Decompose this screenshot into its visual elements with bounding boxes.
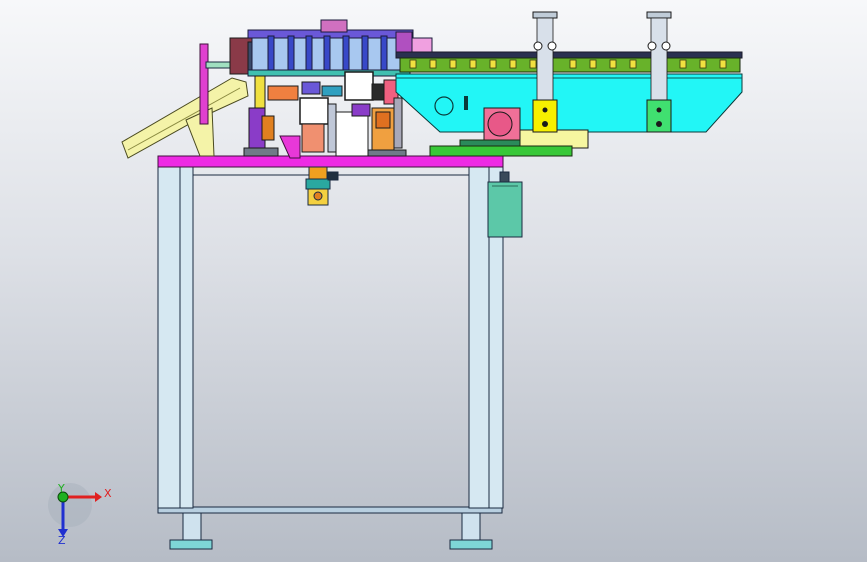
x-axis-label: X [104,487,112,500]
hopper-post [199,43,209,125]
conveyor-motor [483,107,521,143]
right-foot [449,511,493,550]
frame-bottom-rail [157,506,503,514]
under-plate-valve [305,166,339,206]
z-axis-label: Z [58,534,66,547]
machine-frame [157,165,504,550]
control-box [487,171,523,238]
y-axis-label: Y [57,482,65,495]
conveyor [395,51,743,157]
cad-viewport[interactable]: X Y Z [0,0,867,562]
top-plate [157,155,504,168]
mid-assembly [243,71,407,159]
machine-drawing: X Y Z [48,11,743,550]
coordinate-triad: X Y Z [48,482,112,547]
left-foot [169,511,213,550]
drive-flange [434,96,454,116]
hopper-chute [121,77,249,159]
frame-left-leg [157,165,194,509]
